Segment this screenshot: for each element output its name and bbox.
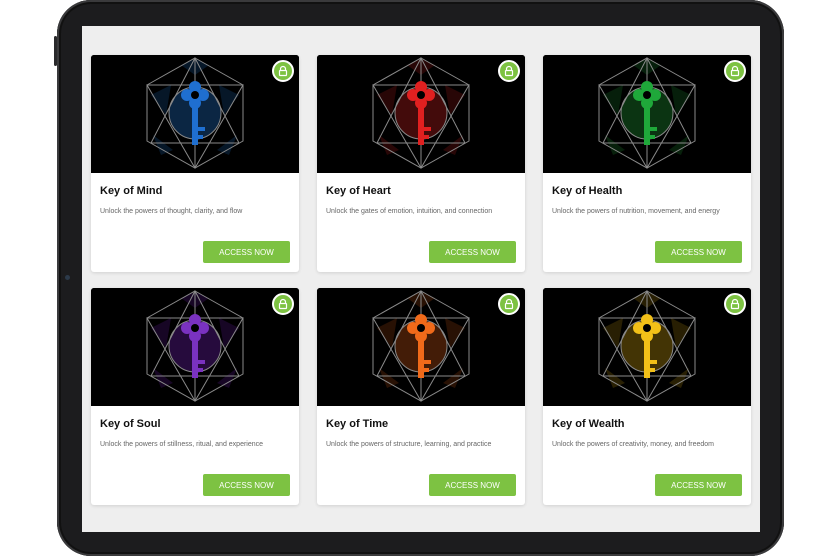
card-key-of-soul[interactable]: Key of Soul Unlock the powers of stillne… [91, 288, 299, 505]
card-title: Key of Wealth [552, 418, 625, 430]
lock-glyph [730, 298, 740, 310]
card-title: Key of Heart [326, 185, 391, 197]
lock-icon[interactable] [498, 60, 520, 82]
lock-icon[interactable] [498, 293, 520, 315]
access-now-button[interactable]: ACCESS NOW [429, 474, 516, 496]
lock-glyph [504, 65, 514, 77]
app-screen: Key of Mind Unlock the powers of thought… [82, 26, 760, 532]
access-now-button[interactable]: ACCESS NOW [429, 241, 516, 263]
lock-glyph [730, 65, 740, 77]
lock-icon[interactable] [272, 60, 294, 82]
camera-icon [65, 275, 70, 280]
access-now-button[interactable]: ACCESS NOW [203, 241, 290, 263]
key-emblem-graphic [91, 55, 299, 173]
access-now-button[interactable]: ACCESS NOW [655, 474, 742, 496]
key-artwork [543, 288, 751, 406]
lock-glyph [278, 65, 288, 77]
card-title: Key of Health [552, 185, 623, 197]
card-description: Unlock the powers of structure, learning… [326, 441, 492, 448]
card-key-of-wealth[interactable]: Key of Wealth Unlock the powers of creat… [543, 288, 751, 505]
card-description: Unlock the powers of creativity, money, … [552, 441, 714, 448]
key-emblem-graphic [543, 55, 751, 173]
key-artwork [91, 55, 299, 173]
key-emblem-graphic [317, 55, 525, 173]
volume-button [54, 36, 57, 66]
key-emblem-graphic [91, 288, 299, 406]
key-artwork [543, 55, 751, 173]
key-emblem-graphic [543, 288, 751, 406]
lock-icon[interactable] [724, 60, 746, 82]
card-description: Unlock the powers of thought, clarity, a… [100, 208, 243, 215]
card-grid: Key of Mind Unlock the powers of thought… [91, 55, 751, 505]
access-now-button[interactable]: ACCESS NOW [655, 241, 742, 263]
key-artwork [317, 288, 525, 406]
card-description: Unlock the gates of emotion, intuition, … [326, 208, 493, 215]
card-key-of-mind[interactable]: Key of Mind Unlock the powers of thought… [91, 55, 299, 272]
card-key-of-heart[interactable]: Key of Heart Unlock the gates of emotion… [317, 55, 525, 272]
card-title: Key of Time [326, 418, 389, 430]
card-description: Unlock the powers of nutrition, movement… [552, 208, 720, 215]
key-artwork [317, 55, 525, 173]
card-title: Key of Mind [100, 185, 163, 197]
lock-icon[interactable] [272, 293, 294, 315]
key-emblem-graphic [317, 288, 525, 406]
card-title: Key of Soul [100, 418, 161, 430]
lock-glyph [504, 298, 514, 310]
key-artwork [91, 288, 299, 406]
card-key-of-time[interactable]: Key of Time Unlock the powers of structu… [317, 288, 525, 505]
lock-glyph [278, 298, 288, 310]
access-now-button[interactable]: ACCESS NOW [203, 474, 290, 496]
card-key-of-health[interactable]: Key of Health Unlock the powers of nutri… [543, 55, 751, 272]
card-description: Unlock the powers of stillness, ritual, … [100, 441, 264, 448]
lock-icon[interactable] [724, 293, 746, 315]
